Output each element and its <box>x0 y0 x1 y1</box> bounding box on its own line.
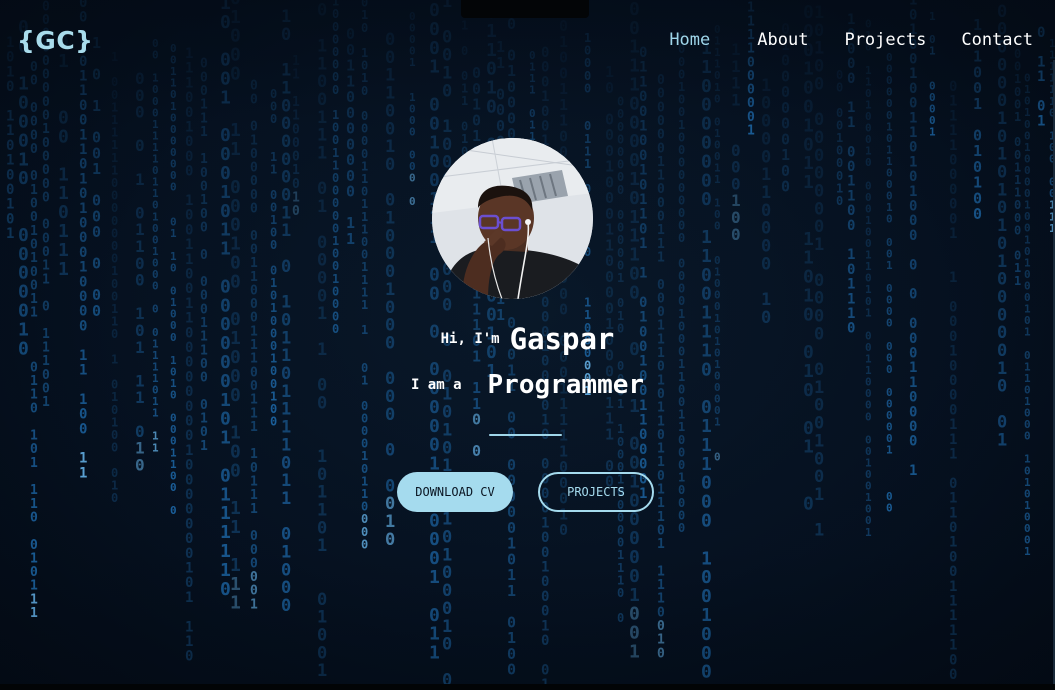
hero-name: Gaspar <box>509 322 615 356</box>
greeting-text: Hi, I'm <box>440 331 500 347</box>
profile-avatar <box>432 138 593 299</box>
role-underline <box>489 434 562 436</box>
hero-role: Programmer <box>487 370 645 400</box>
greeting-line: Hi, I'm Gaspar <box>0 322 1055 356</box>
role-line: I am a Programmer <box>0 370 1055 400</box>
projects-button[interactable]: PROJECTS <box>538 472 654 512</box>
page: 1010110100101001000100000010000000010010… <box>0 0 1055 690</box>
hero-section: Hi, I'm Gaspar I am a Programmer DOWNLOAD … <box>0 0 1055 690</box>
role-prefix: I am a <box>410 377 462 393</box>
download-cv-button[interactable]: DOWNLOAD CV <box>397 472 513 512</box>
profile-photo-icon <box>432 138 593 299</box>
